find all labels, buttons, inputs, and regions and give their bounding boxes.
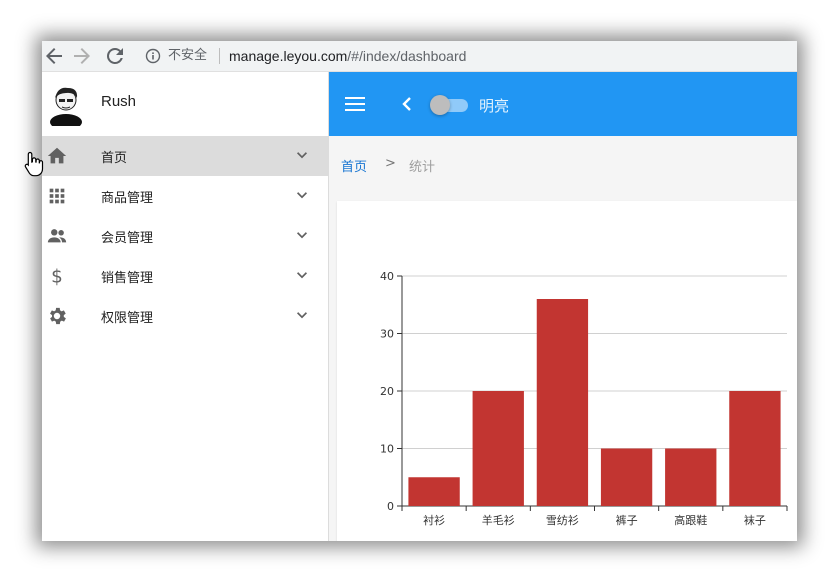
chevron-down-icon[interactable] bbox=[292, 265, 312, 285]
toggle-knob bbox=[430, 95, 450, 115]
bar bbox=[408, 477, 460, 506]
breadcrumb-current: 统计 bbox=[409, 160, 436, 175]
bar bbox=[665, 448, 717, 506]
x-tick-label: 雪纺衫 bbox=[546, 513, 579, 527]
sidebar-menu: 首页 商品管理 会员管理 $ 销售管理 权限管理 bbox=[42, 136, 328, 336]
chevron-down-icon[interactable] bbox=[292, 305, 312, 325]
bar bbox=[600, 448, 653, 506]
menu-icon[interactable] bbox=[345, 94, 365, 114]
x-tick-label: 裤子 bbox=[616, 513, 638, 527]
back-arrow-icon[interactable] bbox=[42, 44, 66, 68]
user-name: Rush bbox=[101, 93, 137, 110]
home-icon bbox=[46, 145, 68, 167]
reload-icon[interactable] bbox=[103, 44, 127, 68]
svg-text:$: $ bbox=[51, 266, 63, 287]
x-tick-label: 衬衫 bbox=[423, 514, 445, 527]
main-content: 首页 > 统计 0 10 20 30 40 衬衫 羊毛衫 雪纺衫 裤子 高跟鞋 袜子 bbox=[329, 136, 797, 541]
sidebar-item-permissions[interactable]: 权限管理 bbox=[42, 296, 328, 336]
chevron-left-icon[interactable] bbox=[399, 94, 415, 114]
x-tick-label: 高跟鞋 bbox=[674, 513, 707, 527]
bar-chart: 0 10 20 30 40 衬衫 羊毛衫 雪纺衫 裤子 高跟鞋 袜子 bbox=[380, 270, 788, 527]
sidebar-item-label: 商品管理 bbox=[101, 191, 154, 206]
info-icon[interactable] bbox=[145, 48, 161, 64]
address-bar[interactable]: 不安全 manage.leyou.com/#/index/dashboard bbox=[137, 44, 797, 68]
browser-window: 不安全 manage.leyou.com/#/index/dashboard R… bbox=[42, 41, 797, 541]
chevron-down-icon[interactable] bbox=[292, 225, 312, 245]
chart-card: 0 10 20 30 40 衬衫 羊毛衫 雪纺衫 裤子 高跟鞋 袜子 bbox=[337, 201, 797, 541]
chevron-down-icon[interactable] bbox=[292, 145, 312, 165]
y-tick-label: 40 bbox=[380, 270, 394, 283]
avatar bbox=[50, 87, 82, 126]
bar bbox=[472, 391, 524, 506]
people-icon bbox=[46, 225, 68, 247]
breadcrumb-separator: > bbox=[385, 156, 396, 171]
sidebar-item-products[interactable]: 商品管理 bbox=[42, 176, 328, 216]
sidebar-item-label: 销售管理 bbox=[101, 271, 154, 286]
x-tick-label: 羊毛衫 bbox=[482, 513, 515, 527]
user-profile: Rush bbox=[42, 72, 328, 136]
top-app-bar: 明亮 bbox=[329, 72, 797, 136]
sidebar-item-label: 会员管理 bbox=[101, 231, 154, 246]
x-tick-label: 袜子 bbox=[744, 513, 766, 527]
browser-toolbar: 不安全 manage.leyou.com/#/index/dashboard bbox=[42, 41, 797, 72]
chevron-down-icon[interactable] bbox=[292, 185, 312, 205]
dollar-icon: $ bbox=[46, 265, 68, 287]
sidebar-item-home[interactable]: 首页 bbox=[42, 136, 328, 176]
gear-icon bbox=[46, 305, 68, 327]
url-text[interactable]: manage.leyou.com/#/index/dashboard bbox=[229, 47, 466, 65]
apps-grid-icon bbox=[46, 185, 68, 207]
breadcrumb-home-link[interactable]: 首页 bbox=[341, 156, 367, 175]
bar bbox=[536, 299, 589, 506]
sidebar-item-label: 首页 bbox=[101, 151, 128, 166]
hand-cursor-icon bbox=[24, 151, 44, 177]
y-tick-label: 10 bbox=[380, 443, 394, 456]
sidebar-item-label: 权限管理 bbox=[101, 311, 154, 326]
url-host: manage.leyou.com bbox=[229, 48, 348, 64]
omnibox-divider bbox=[219, 48, 220, 64]
theme-label: 明亮 bbox=[479, 97, 510, 115]
y-tick-label: 20 bbox=[380, 385, 394, 398]
bar bbox=[729, 391, 781, 506]
sidebar-item-sales[interactable]: $ 销售管理 bbox=[42, 256, 328, 296]
y-tick-label: 30 bbox=[380, 328, 394, 341]
theme-toggle[interactable] bbox=[430, 95, 468, 115]
url-path: /#/index/dashboard bbox=[347, 48, 467, 64]
y-tick-label: 0 bbox=[387, 500, 394, 513]
security-status[interactable]: 不安全 bbox=[168, 47, 207, 65]
sidebar: Rush 首页 商品管理 会员管理 $ 销售管理 权限管理 bbox=[42, 72, 329, 541]
forward-arrow-icon[interactable] bbox=[70, 44, 94, 68]
sidebar-item-members[interactable]: 会员管理 bbox=[42, 216, 328, 256]
